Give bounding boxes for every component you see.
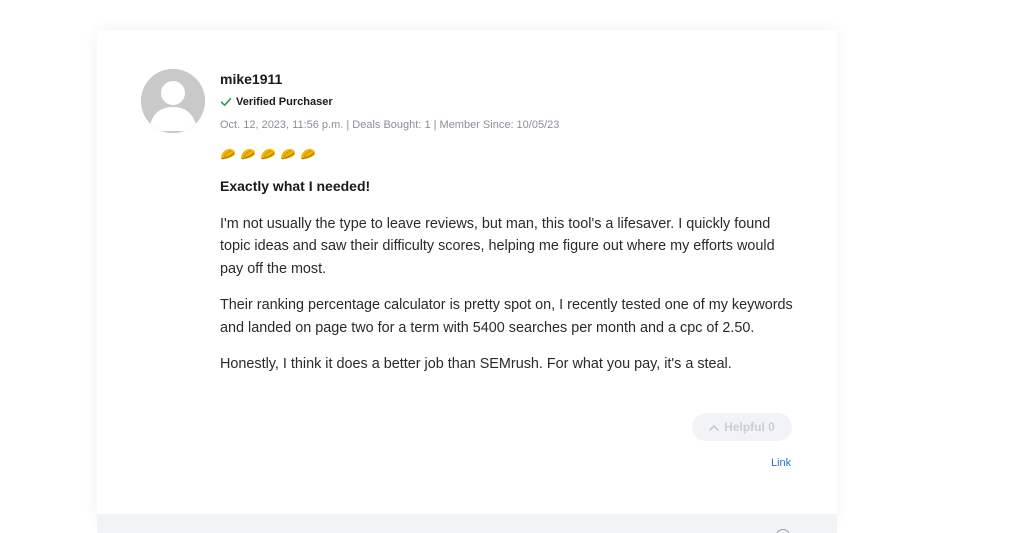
reviewer-username[interactable]: mike1911 (220, 70, 800, 88)
taco-icon (241, 149, 255, 160)
helpful-button[interactable]: Helpful 0 (692, 413, 792, 441)
review-paragraph: Honestly, I think it does a better job t… (220, 356, 732, 373)
review-meta: Oct. 12, 2023, 11:56 p.m. | Deals Bought… (220, 119, 560, 131)
taco-icon (221, 149, 235, 160)
next-section-strip (97, 514, 837, 533)
review-paragraph: I'm not usually the type to leave review… (220, 216, 775, 277)
review-title: Exactly what I needed! (220, 178, 371, 194)
helpful-label: Helpful 0 (724, 420, 775, 434)
taco-rating (220, 147, 800, 161)
review-paragraph: Their ranking percentage calculator is p… (220, 297, 793, 336)
check-icon (220, 98, 232, 106)
avatar (141, 69, 205, 133)
review-content: mike1911 Verified Purchaser Oct. 12, 202… (220, 70, 800, 375)
review-card: mike1911 Verified Purchaser Oct. 12, 202… (97, 30, 837, 520)
taco-icon (301, 149, 315, 160)
page: mike1911 Verified Purchaser Oct. 12, 202… (0, 0, 1024, 533)
taco-icon (261, 149, 275, 160)
verified-label: Verified Purchaser (236, 96, 333, 108)
verified-badge: Verified Purchaser (220, 95, 800, 109)
user-silhouette-icon (141, 69, 205, 133)
review-permalink[interactable]: Link (771, 457, 791, 469)
taco-icon (281, 149, 295, 160)
chevron-up-icon (709, 424, 720, 431)
